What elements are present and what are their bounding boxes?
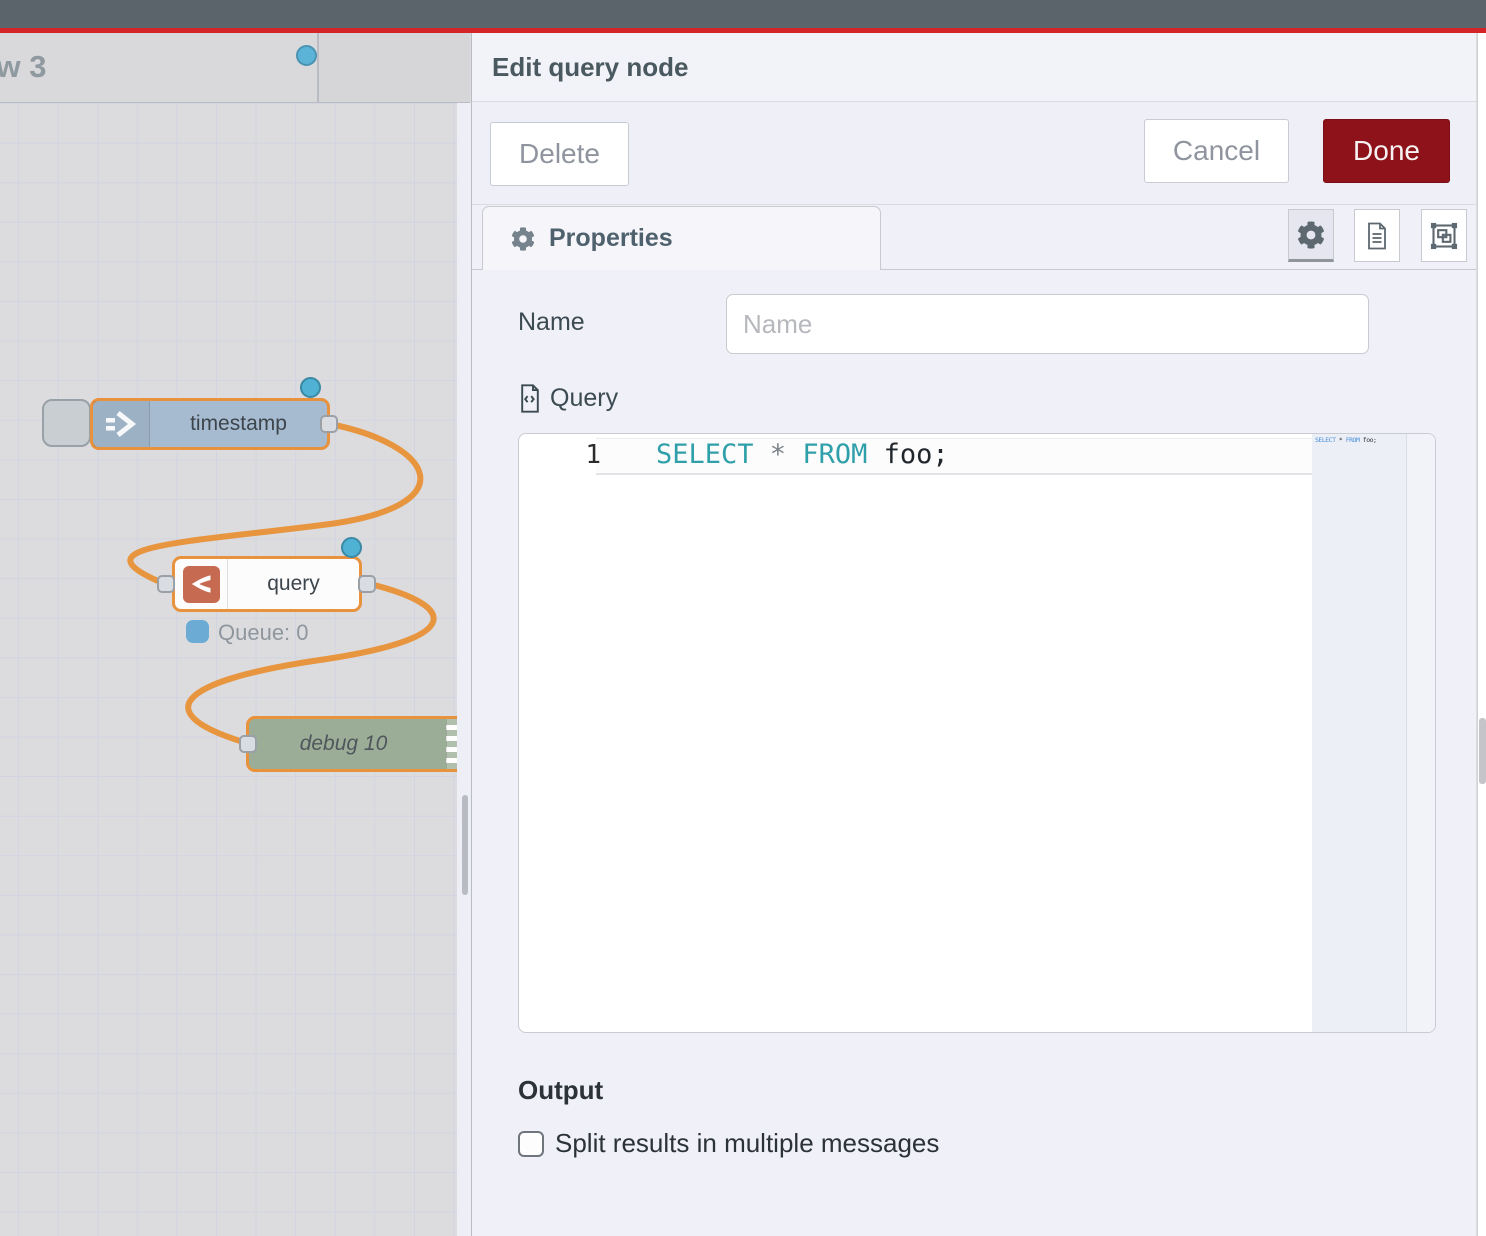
code-line: SELECT * FROM foo; bbox=[656, 439, 949, 470]
cancel-button[interactable]: Cancel bbox=[1144, 119, 1289, 183]
delete-button[interactable]: Delete bbox=[490, 122, 629, 186]
query-changed-indicator bbox=[341, 537, 362, 558]
editor-scrollbar-track[interactable] bbox=[1406, 434, 1436, 1033]
scrollbar-thumb[interactable] bbox=[462, 795, 468, 895]
line-number: 1 bbox=[519, 440, 629, 470]
inject-icon bbox=[93, 401, 150, 447]
node-properties-form: Name Query 1 SELECT * FROM foo; SELECT *… bbox=[472, 270, 1476, 1236]
sql-keyword: SELECT bbox=[656, 439, 754, 470]
output-section-heading: Output bbox=[518, 1075, 603, 1106]
split-results-row: Split results in multiple messages bbox=[518, 1128, 939, 1159]
editor-tabs-row: Properties bbox=[472, 205, 1476, 270]
unsaved-changes-dot bbox=[296, 45, 317, 66]
canvas-vertical-scrollbar[interactable] bbox=[457, 103, 472, 1236]
description-view-button[interactable] bbox=[1354, 209, 1400, 262]
node-label: timestamp bbox=[150, 401, 327, 447]
app-header-bar bbox=[0, 0, 1486, 28]
sql-operator: * bbox=[754, 439, 803, 470]
edit-node-panel: Edit query node Delete Cancel Done Prope… bbox=[471, 33, 1476, 1236]
document-icon bbox=[1363, 222, 1391, 250]
flow-canvas[interactable]: timestamp query Queue: 0 debug 10 bbox=[0, 33, 457, 1236]
query-field-label: Query bbox=[550, 384, 618, 413]
split-results-checkbox[interactable] bbox=[518, 1131, 544, 1157]
node-label: query bbox=[228, 559, 359, 609]
gear-icon bbox=[1297, 221, 1325, 249]
properties-view-button[interactable] bbox=[1288, 209, 1334, 262]
workspace-tabbar: Flow 3 bbox=[0, 33, 470, 103]
panel-button-row: Delete Cancel Done bbox=[472, 102, 1476, 205]
node-debug[interactable]: debug 10 bbox=[246, 716, 457, 772]
sql-keyword: FROM bbox=[802, 439, 867, 470]
tab-properties-label: Properties bbox=[549, 224, 673, 253]
file-code-icon bbox=[518, 384, 542, 413]
inject-output-port[interactable] bbox=[320, 415, 338, 433]
debug-input-port[interactable] bbox=[239, 735, 257, 753]
panel-title: Edit query node bbox=[492, 52, 688, 83]
editor-minimap[interactable]: SELECT * FROM foo; bbox=[1312, 434, 1406, 1033]
query-field-row: Query bbox=[518, 384, 618, 413]
name-input[interactable] bbox=[726, 294, 1369, 354]
query-status-text: Queue: 0 bbox=[218, 620, 309, 646]
node-query[interactable]: query bbox=[172, 556, 362, 612]
object-group-icon bbox=[1430, 222, 1458, 250]
inject-trigger-button[interactable] bbox=[42, 399, 91, 447]
name-field-label: Name bbox=[518, 308, 585, 337]
query-output-port[interactable] bbox=[358, 575, 376, 593]
tab-properties[interactable]: Properties bbox=[482, 206, 881, 270]
workspace-tab-label: Flow 3 bbox=[0, 49, 46, 85]
workspace-tab-flow3[interactable]: Flow 3 bbox=[0, 33, 319, 102]
node-timestamp[interactable]: timestamp bbox=[90, 398, 330, 450]
done-button[interactable]: Done bbox=[1323, 119, 1450, 183]
panel-header: Edit query node bbox=[472, 33, 1476, 102]
panel-vertical-scrollbar[interactable] bbox=[1477, 33, 1486, 1236]
scrollbar-thumb[interactable] bbox=[1479, 718, 1486, 784]
gear-icon bbox=[511, 227, 535, 251]
split-results-label: Split results in multiple messages bbox=[555, 1128, 939, 1159]
mysql-icon bbox=[175, 559, 228, 609]
sql-identifier: foo; bbox=[867, 439, 948, 470]
query-status-dot bbox=[186, 620, 209, 643]
query-input-port[interactable] bbox=[157, 575, 175, 593]
appearance-view-button[interactable] bbox=[1421, 209, 1467, 262]
debug-toggle-button[interactable] bbox=[446, 719, 457, 769]
minimap-code: SELECT * FROM foo; bbox=[1315, 436, 1376, 444]
inject-changed-indicator bbox=[300, 377, 321, 398]
node-red-app: timestamp query Queue: 0 debug 10 bbox=[0, 0, 1486, 1236]
sql-code-editor[interactable]: 1 SELECT * FROM foo; SELECT * FROM foo; bbox=[518, 433, 1436, 1033]
node-label: debug 10 bbox=[249, 719, 457, 769]
